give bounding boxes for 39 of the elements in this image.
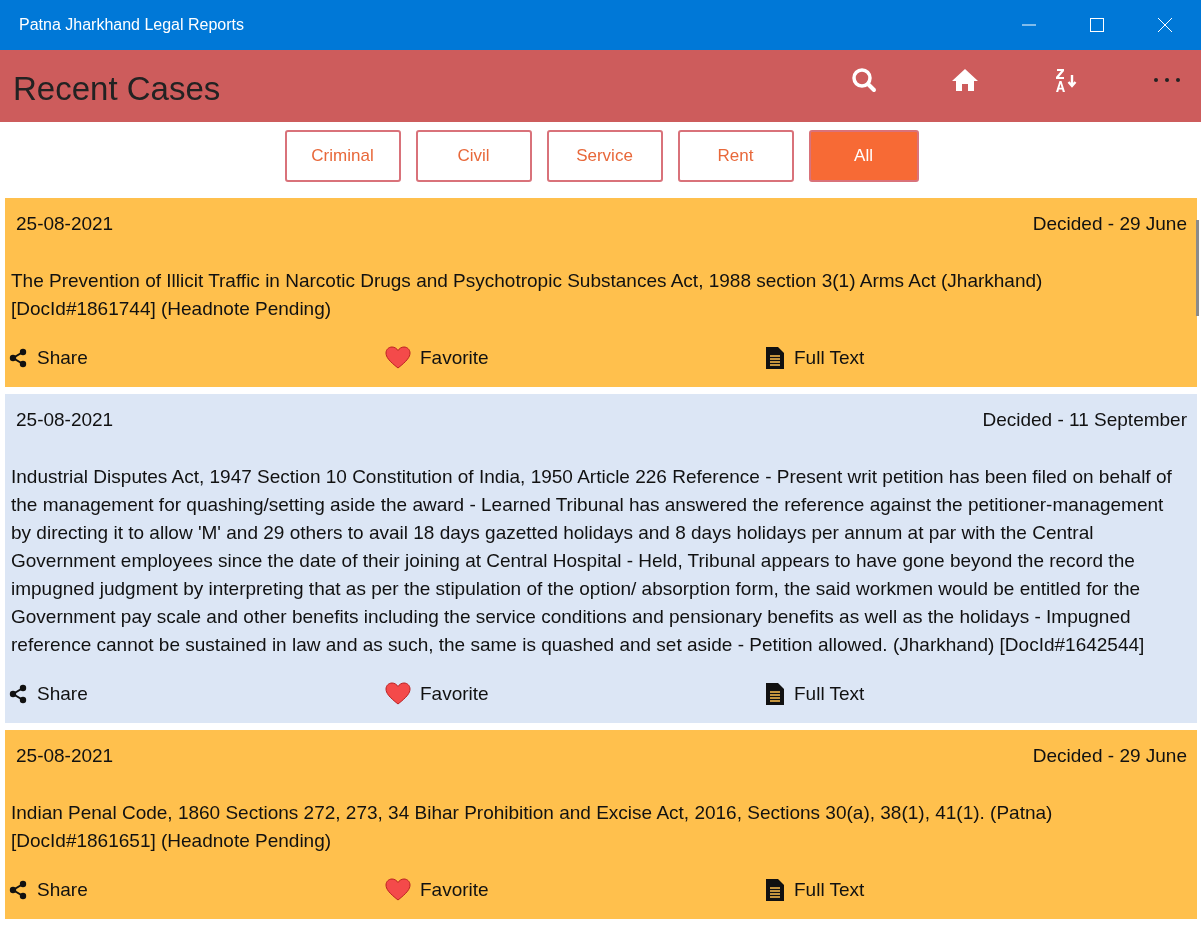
document-icon[interactable] <box>765 878 785 902</box>
document-icon[interactable] <box>765 346 785 370</box>
action-link[interactable]: Favorite <box>420 347 489 369</box>
case-summary: Industrial Disputes Act, 1947 Section 10 Constitution of India, 1950 Article 226 Reference - Present writ petition has been filed on behalf of the management for quashing/setting aside the award - Learned Tribunal has answered the reference against the petitioner-management by directing it to allow 'M' and 29 others to avail 18 days gazetted holidays and 8 days holidays per annum at par with the Central Government employees since the date of their joining at Central Hospital - Held, Tribunal appears to have gone beyond the record the impugned judgment by interpreting that as per the stipulation of the option/ absorption form, the said workmen would be entitled for the Government pay scale and other benefits including the service conditions and pensionary benefits as well as the holidays - Impugned reference cannot be sustained in law and as such, the same is quashed and set aside - Petition allowed. (Jharkhand) [DocId#1642544] <box>11 465 1173 657</box>
share-icon[interactable] <box>8 880 28 900</box>
decided-date: Decided - 29 June <box>1032 212 1187 236</box>
search-icon[interactable] <box>851 67 877 93</box>
scrollbar-thumb[interactable] <box>1196 220 1199 316</box>
action-link[interactable]: Share <box>37 879 88 901</box>
action-link[interactable]: Favorite <box>420 683 489 705</box>
case-date: 25-08-2021 <box>16 408 114 432</box>
case-card[interactable] <box>5 394 1197 723</box>
heart-icon[interactable] <box>385 878 411 902</box>
document-icon[interactable] <box>765 682 785 706</box>
case-date: 25-08-2021 <box>16 212 114 236</box>
decided-date: Decided - 11 September <box>982 408 1187 432</box>
action-link[interactable]: Full Text <box>794 347 865 369</box>
action-link[interactable]: Favorite <box>420 879 489 901</box>
maximize-icon[interactable] <box>1089 17 1105 33</box>
action-link[interactable]: Full Text <box>794 879 865 901</box>
page-title: Recent Cases <box>13 70 221 108</box>
case-card[interactable] <box>5 730 1197 919</box>
action-link[interactable]: Share <box>37 347 88 369</box>
share-icon[interactable] <box>8 348 28 368</box>
case-summary: Indian Penal Code, 1860 Sections 272, 273, 34 Bihar Prohibition and Excise Act, 2016, Sections 30(a), 38(1), 41(1). (Patna) [DocId#1861651] (Headnote Pending) <box>11 801 1054 853</box>
case-date: 25-08-2021 <box>16 744 114 768</box>
share-icon[interactable] <box>8 684 28 704</box>
sort-icon[interactable] <box>1053 67 1079 93</box>
close-icon[interactable] <box>1157 17 1173 33</box>
more-icon[interactable] <box>1153 77 1181 83</box>
decided-date: Decided - 29 June <box>1032 744 1187 768</box>
action-link[interactable]: Full Text <box>794 683 865 705</box>
heart-icon[interactable] <box>385 682 411 706</box>
case-card[interactable] <box>5 198 1197 387</box>
case-summary: The Prevention of Illicit Traffic in Narcotic Drugs and Psychotropic Substances Act, 1988 section 3(1) Arms Act (Jharkhand) [DocId#1861744] (Headnote Pending) <box>11 269 1044 321</box>
home-icon[interactable] <box>951 68 979 92</box>
action-link[interactable]: Share <box>37 683 88 705</box>
window-title: Patna Jharkhand Legal Reports <box>19 16 245 34</box>
heart-icon[interactable] <box>385 346 411 370</box>
